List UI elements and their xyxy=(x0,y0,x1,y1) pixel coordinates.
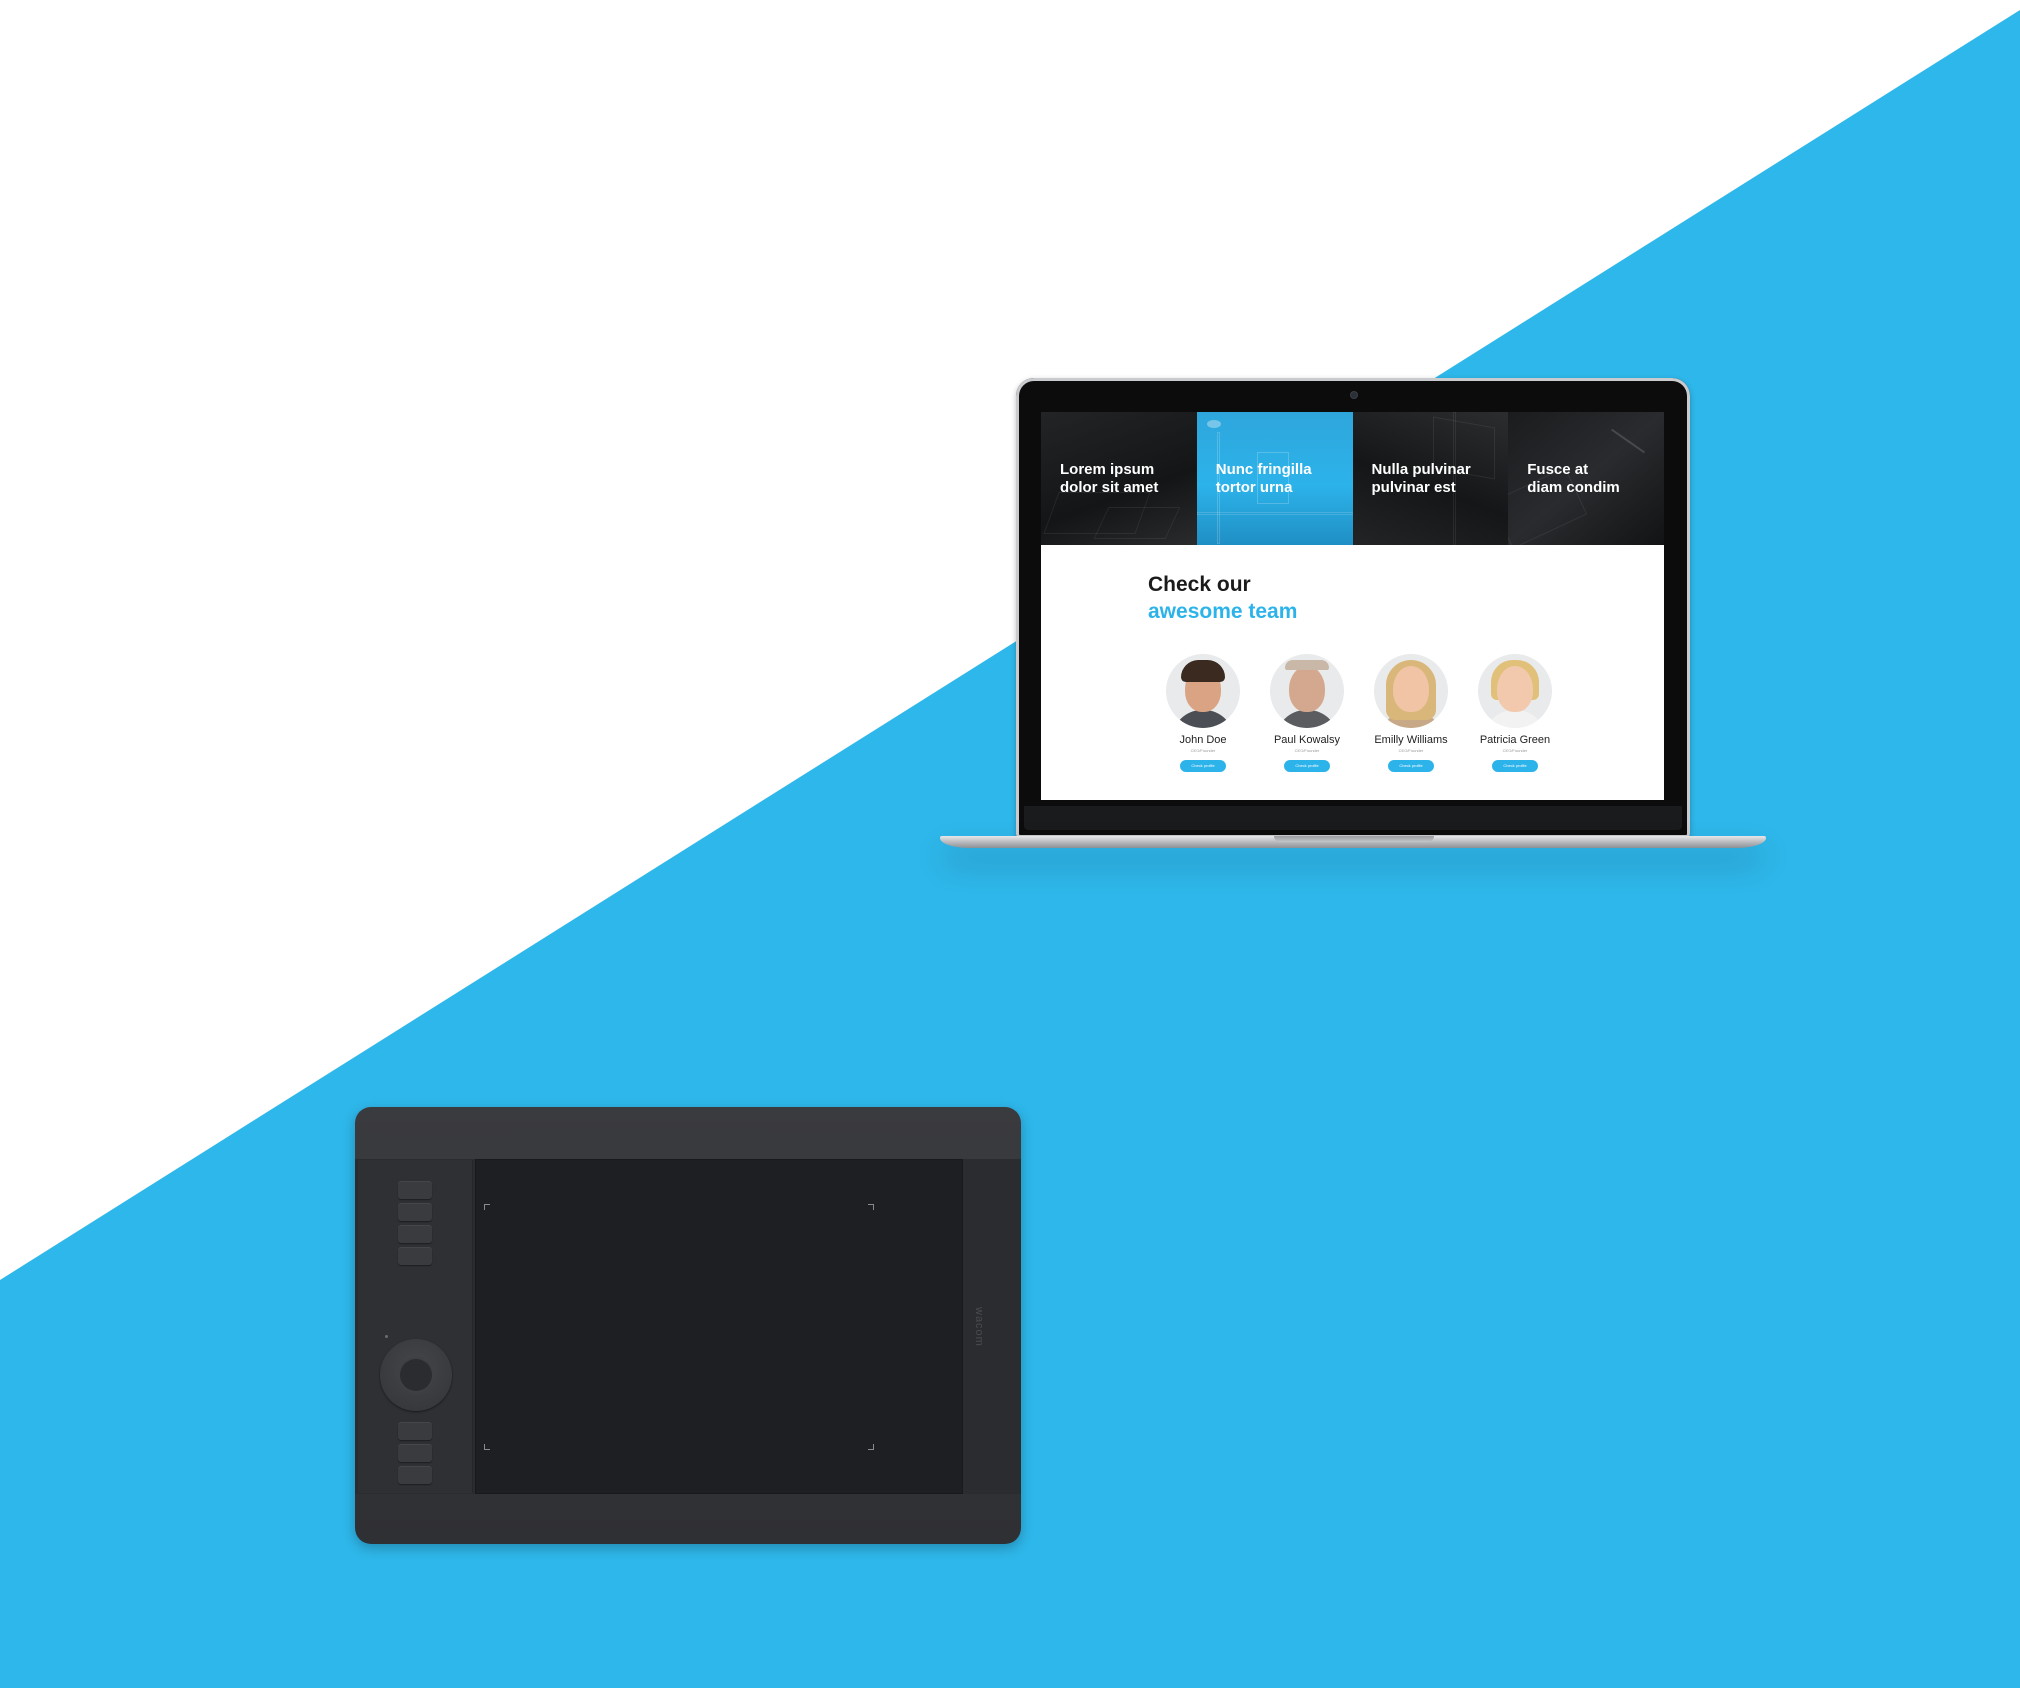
express-key[interactable] xyxy=(398,1247,432,1265)
hero-banner: Lorem ipsum dolor sit amet Nunc fringill… xyxy=(1041,412,1664,545)
member-role: CEO/Founder xyxy=(1398,748,1424,753)
corner-mark-icon xyxy=(868,1204,874,1210)
team-member-card: John Doe CEO/Founder Check profile xyxy=(1151,654,1255,772)
graphics-tablet: wacom xyxy=(355,1107,1021,1544)
laptop-mockup: Lorem ipsum dolor sit amet Nunc fringill… xyxy=(1016,378,1690,838)
express-key[interactable] xyxy=(398,1444,432,1462)
member-name: Paul Kowalsy xyxy=(1273,734,1341,746)
banner-tile-title: Nunc fringilla tortor urna xyxy=(1215,461,1312,496)
team-heading-line2: awesome team xyxy=(1148,600,1298,623)
member-name: Emilly Williams xyxy=(1374,734,1448,746)
express-key[interactable] xyxy=(398,1181,432,1199)
laptop-bezel-bottom xyxy=(1024,806,1682,830)
check-profile-button[interactable]: Check profile xyxy=(1492,760,1538,772)
member-name: John Doe xyxy=(1179,734,1227,746)
person-avatar-icon[interactable] xyxy=(1374,654,1448,728)
team-members: John Doe CEO/Founder Check profile Paul … xyxy=(1151,654,1571,784)
banner-tile-1[interactable]: Lorem ipsum dolor sit amet xyxy=(1041,412,1197,545)
express-key[interactable] xyxy=(398,1203,432,1221)
corner-mark-icon xyxy=(484,1444,490,1450)
tablet-active-area[interactable] xyxy=(475,1159,963,1494)
team-heading-line1: Check our xyxy=(1148,573,1251,596)
corner-mark-icon xyxy=(868,1444,874,1450)
banner-tile-2[interactable]: Nunc fringilla tortor urna xyxy=(1196,412,1353,545)
brand-logo: wacom xyxy=(973,1307,985,1347)
camera-icon xyxy=(1351,392,1357,398)
touch-ring[interactable] xyxy=(380,1339,452,1411)
banner-tile-title: Nulla pulvinar pulvinar est xyxy=(1371,461,1471,496)
member-name: Patricia Green xyxy=(1479,734,1551,746)
person-avatar-icon[interactable] xyxy=(1270,654,1344,728)
express-key[interactable] xyxy=(398,1225,432,1243)
laptop-hinge-notch xyxy=(1274,836,1434,842)
status-led-icon xyxy=(385,1335,388,1338)
check-profile-button[interactable]: Check profile xyxy=(1284,760,1330,772)
team-member-card: Emilly Williams CEO/Founder Check profil… xyxy=(1359,654,1463,772)
check-profile-button[interactable]: Check profile xyxy=(1180,760,1226,772)
person-avatar-icon[interactable] xyxy=(1166,654,1240,728)
member-role: CEO/Founder xyxy=(1294,748,1320,753)
member-role: CEO/Founder xyxy=(1190,748,1216,753)
express-key[interactable] xyxy=(398,1466,432,1484)
member-role: CEO/Founder xyxy=(1502,748,1528,753)
touch-ring-center-button[interactable] xyxy=(400,1359,432,1391)
corner-mark-icon xyxy=(484,1204,490,1210)
team-heading: Check our awesome team xyxy=(1148,571,1297,625)
banner-tile-title: Lorem ipsum dolor sit amet xyxy=(1060,461,1159,496)
banner-tile-title: Fusce at diam condim xyxy=(1527,461,1620,496)
express-key[interactable] xyxy=(398,1422,432,1440)
team-member-card: Paul Kowalsy CEO/Founder Check profile xyxy=(1255,654,1359,772)
team-member-card: Patricia Green CEO/Founder Check profile xyxy=(1463,654,1567,772)
banner-tile-3[interactable]: Nulla pulvinar pulvinar est xyxy=(1352,412,1509,545)
laptop-screen: Lorem ipsum dolor sit amet Nunc fringill… xyxy=(1041,412,1664,800)
banner-tile-4[interactable]: Fusce at diam condim xyxy=(1508,412,1664,545)
person-avatar-icon[interactable] xyxy=(1478,654,1552,728)
tablet-express-key-panel xyxy=(358,1160,473,1493)
check-profile-button[interactable]: Check profile xyxy=(1388,760,1434,772)
